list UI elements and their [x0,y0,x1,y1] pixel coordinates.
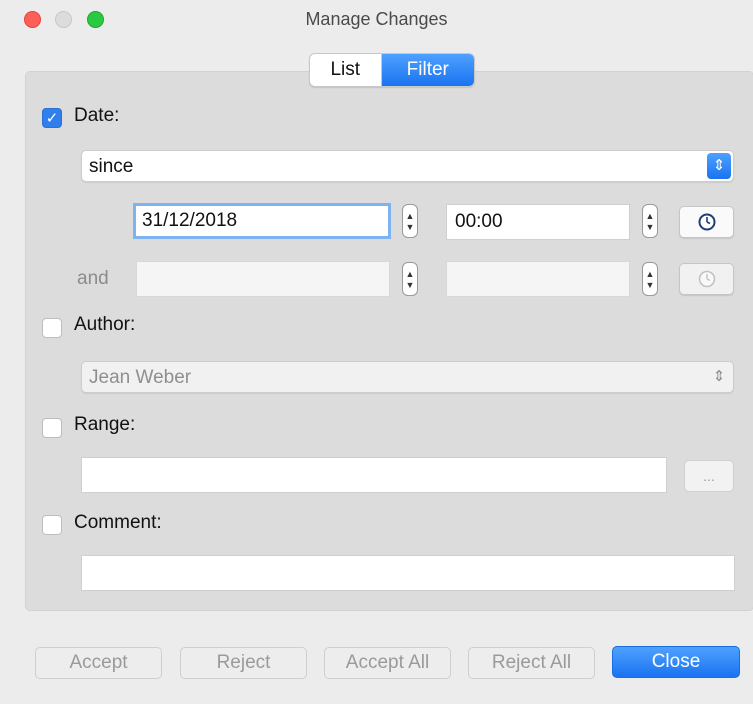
accept-button[interactable]: Accept [35,647,162,679]
checkmark-icon: ✓ [45,110,59,127]
start-date-field[interactable]: 31/12/2018 [133,203,391,239]
chevron-up-icon: ▲ [405,269,415,279]
clock-icon [698,213,716,231]
tab-list[interactable]: List [310,54,382,86]
reject-all-button[interactable]: Reject All [468,647,595,679]
end-time-field[interactable] [446,261,630,297]
select-arrows-icon: ⇕ [707,153,731,179]
title-bar: Manage Changes [0,0,753,38]
comment-field[interactable] [81,555,735,591]
author-value: Jean Weber [89,367,192,388]
clock-icon [698,270,716,288]
and-label: and [77,268,109,289]
chevron-down-icon: ▼ [645,222,655,232]
chevron-down-icon: ▼ [645,280,655,290]
set-end-time-button[interactable] [679,263,734,295]
author-label: Author: [74,314,136,335]
date-label: Date: [74,105,120,126]
chevron-down-icon: ▼ [405,222,415,232]
chevron-down-icon: ▼ [405,280,415,290]
manage-changes-window: Manage Changes List Filter ✓ Date: since… [0,0,753,704]
date-checkbox[interactable]: ✓ [42,108,62,128]
range-label: Range: [74,414,136,435]
date-mode-select[interactable]: since ⇕ [81,150,734,182]
author-select[interactable]: Jean Weber ⇕ [81,361,734,393]
end-date-field[interactable] [136,261,390,297]
author-checkbox[interactable] [42,318,62,338]
set-current-time-button[interactable] [679,206,734,238]
comment-checkbox[interactable] [42,515,62,535]
start-time-field[interactable]: 00:00 [446,204,630,240]
view-tabs: List Filter [309,53,475,87]
comment-label: Comment: [74,512,162,533]
accept-all-button[interactable]: Accept All [324,647,451,679]
end-time-stepper[interactable]: ▲ ▼ [642,262,658,296]
select-range-button[interactable]: ... [684,460,734,492]
start-date-stepper[interactable]: ▲ ▼ [402,204,418,238]
reject-button[interactable]: Reject [180,647,307,679]
chevron-up-icon: ▲ [405,211,415,221]
select-arrows-icon: ⇕ [712,368,726,385]
end-date-stepper[interactable]: ▲ ▼ [402,262,418,296]
start-time-stepper[interactable]: ▲ ▼ [642,204,658,238]
tab-filter[interactable]: Filter [381,54,474,86]
chevron-up-icon: ▲ [645,269,655,279]
range-checkbox[interactable] [42,418,62,438]
close-button[interactable]: Close [612,646,740,678]
range-field[interactable] [81,457,667,493]
chevron-up-icon: ▲ [645,211,655,221]
date-mode-value: since [89,156,134,177]
window-title: Manage Changes [305,9,448,29]
